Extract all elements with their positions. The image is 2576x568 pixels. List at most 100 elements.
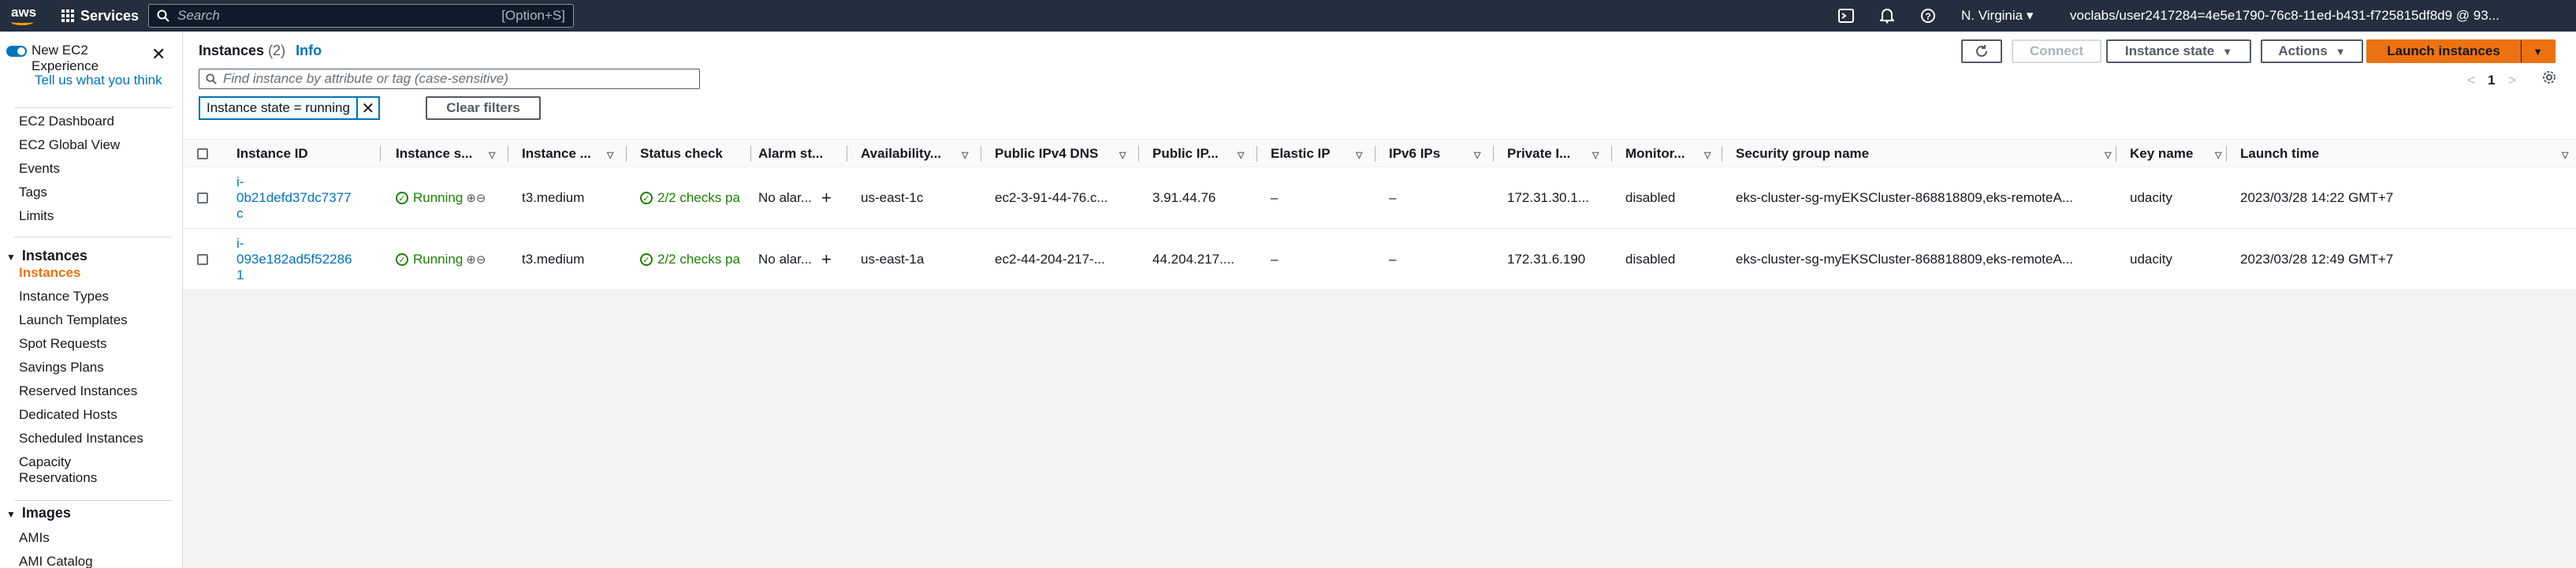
select-all-checkbox[interactable] <box>197 148 208 159</box>
column-header[interactable]: Public IPv4 DNS ▽ <box>995 140 1126 168</box>
column-header[interactable]: IPv6 IPs ▽ <box>1389 140 1480 168</box>
page-number[interactable]: 1 <box>2488 73 2495 88</box>
table-row[interactable]: i- 0b21defd37dc7377 c ✓ Running ⊕⊖ t3.mediu… <box>183 167 2576 229</box>
private-ip-cell: 172.31.30.1... <box>1507 190 1589 205</box>
remove-filter-icon[interactable]: ✕ <box>356 96 380 120</box>
instance-type-cell: t3.medium <box>522 190 585 205</box>
sidebar-item-reserved-instances[interactable]: Reserved Instances <box>19 383 137 399</box>
actions-label: Actions <box>2278 43 2328 58</box>
column-header[interactable]: Availability... ▽ <box>861 140 968 168</box>
sidebar-section-instances[interactable]: Instances <box>6 248 87 264</box>
instance-id-link[interactable]: i- 093e182ad5f52286 1 <box>236 229 378 290</box>
page-title: Instances (2) Info <box>199 43 322 59</box>
status-check-cell: ✓ 2/2 checks pa <box>640 167 750 229</box>
caret-down-icon: ▼ <box>2335 45 2346 58</box>
add-alarm-icon[interactable]: + <box>821 249 832 270</box>
row-checkbox[interactable] <box>197 254 208 265</box>
column-header[interactable]: Status check <box>640 140 723 168</box>
actions-dropdown[interactable]: Actions ▼ <box>2261 39 2363 63</box>
aws-logo[interactable]: aws <box>8 3 39 28</box>
services-label: Services <box>80 7 140 24</box>
ipv6-cell: – <box>1389 252 1397 267</box>
connect-button[interactable]: Connect <box>2012 39 2101 63</box>
region-selector[interactable]: N. Virginia ▾ <box>1961 8 2033 24</box>
sidebar-item-limits[interactable]: Limits <box>19 208 54 224</box>
refresh-button[interactable] <box>1961 39 2002 63</box>
launch-dropdown-button[interactable]: ▼ <box>2521 39 2556 63</box>
sidebar-item-ec2-global-view[interactable]: EC2 Global View <box>19 137 120 153</box>
global-search-input[interactable]: Search [Option+S] <box>148 4 574 28</box>
find-placeholder: Find instance by attribute or tag (case-… <box>223 71 508 86</box>
add-alarm-icon[interactable]: + <box>821 188 832 208</box>
aws-smile-icon <box>11 19 33 25</box>
row-checkbox[interactable] <box>197 192 208 204</box>
find-instance-input[interactable]: Find instance by attribute or tag (case-… <box>199 69 700 89</box>
column-header[interactable]: Monitor... ▽ <box>1625 140 1711 168</box>
sidebar-item-tags[interactable]: Tags <box>19 185 47 200</box>
sidebar-item-savings-plans[interactable]: Savings Plans <box>19 360 104 376</box>
sidebar-item-scheduled-instances[interactable]: Scheduled Instances <box>19 431 143 447</box>
search-icon <box>206 73 217 84</box>
divider <box>14 500 172 501</box>
search-icon <box>157 9 169 22</box>
launch-time-cell: 2023/03/28 14:22 GMT+7 <box>2240 190 2394 205</box>
key-name-cell: udacity <box>2130 252 2172 267</box>
table-row[interactable]: i- 093e182ad5f52286 1 ✓ Running ⊕⊖ t3.mediu… <box>183 229 2576 290</box>
bell-icon[interactable] <box>1878 6 1897 25</box>
launch-instances-button[interactable]: Launch instances <box>2366 39 2521 63</box>
alarm-status-cell: No alar... + <box>758 188 832 208</box>
sidebar-item-ami-catalog[interactable]: AMI Catalog <box>19 554 93 568</box>
feedback-link[interactable]: Tell us what you think <box>35 73 162 88</box>
security-group-cell: eks-cluster-sg-myEKSCluster-868818809,ek… <box>1736 252 2073 267</box>
instance-state-cell: ✓ Running ⊕⊖ <box>396 167 506 229</box>
sidebar-item-events[interactable]: Events <box>19 161 60 177</box>
instance-id-link[interactable]: i- 0b21defd37dc7377 c <box>236 167 378 229</box>
column-header[interactable]: Launch time ▽ <box>2240 140 2568 168</box>
next-page-icon[interactable]: > <box>2508 73 2516 88</box>
main-content: Instances (2) Info Connect Instance stat… <box>183 32 2576 568</box>
sidebar-item-dedicated-hosts[interactable]: Dedicated Hosts <box>19 407 117 423</box>
column-header[interactable]: Security group name ▽ <box>1736 140 2111 168</box>
filter-chip: Instance state = running ✕ <box>199 96 380 120</box>
help-icon[interactable]: ? <box>1919 6 1938 25</box>
sidebar-item-launch-templates[interactable]: Launch Templates <box>19 312 128 328</box>
toggle-switch[interactable] <box>6 46 27 57</box>
column-header[interactable]: Key name ▽ <box>2130 140 2221 168</box>
key-name-cell: udacity <box>2130 190 2172 205</box>
close-icon[interactable]: ✕ <box>151 44 166 65</box>
public-dns-cell: ec2-3-91-44-76.c... <box>995 190 1108 205</box>
caret-down-icon: ▼ <box>2533 45 2543 58</box>
account-menu[interactable]: voclabs/user2417284=4e5e1790-76c8-11ed-b… <box>2070 8 2574 24</box>
column-header[interactable]: Instance ID <box>236 140 308 168</box>
filter-chip-label: Instance state = running <box>199 96 356 120</box>
cloudshell-icon[interactable] <box>1837 6 1856 25</box>
elastic-ip-cell: – <box>1271 252 1279 267</box>
sidebar-item-spot-requests[interactable]: Spot Requests <box>19 336 107 352</box>
sidebar-section-images[interactable]: Images <box>6 505 71 521</box>
launch-label: Launch instances <box>2387 43 2500 58</box>
table-header: Instance ID Instance s... ▽ Instance ... ▽… <box>183 139 2576 167</box>
ipv6-cell: – <box>1389 190 1397 205</box>
top-navigation: aws Services Search [Option+S] ? N. Virg… <box>0 0 2576 32</box>
column-header[interactable]: Instance ... ▽ <box>522 140 613 168</box>
info-link[interactable]: Info <box>296 43 322 58</box>
sidebar-item-capacity-reservations[interactable]: Capacity Reservations <box>19 454 137 486</box>
column-header[interactable]: Private I... ▽ <box>1507 140 1599 168</box>
instance-state-dropdown[interactable]: Instance state ▼ <box>2106 39 2251 63</box>
clear-filters-button[interactable]: Clear filters <box>426 96 541 120</box>
settings-gear-icon[interactable] <box>2541 69 2557 89</box>
sidebar-item-amis[interactable]: AMIs <box>19 530 50 546</box>
sidebar-item-instance-types[interactable]: Instance Types <box>19 289 109 305</box>
caret-down-icon: ▼ <box>2222 45 2233 58</box>
sidebar-item-instances[interactable]: Instances <box>19 265 80 281</box>
sidebar-item-ec2-dashboard[interactable]: EC2 Dashboard <box>19 114 114 129</box>
column-header[interactable]: Public IP... ▽ <box>1152 140 1244 168</box>
column-header[interactable]: Alarm st... <box>758 140 823 168</box>
column-header[interactable]: Elastic IP ▽ <box>1271 140 1362 168</box>
private-ip-cell: 172.31.6.190 <box>1507 252 1586 267</box>
column-header[interactable]: Instance s... ▽ <box>396 140 495 168</box>
zoom-icon[interactable]: ⊕⊖ <box>466 191 486 205</box>
zoom-icon[interactable]: ⊕⊖ <box>466 252 486 267</box>
services-menu-button[interactable]: Services <box>61 5 139 27</box>
prev-page-icon[interactable]: < <box>2467 73 2475 88</box>
